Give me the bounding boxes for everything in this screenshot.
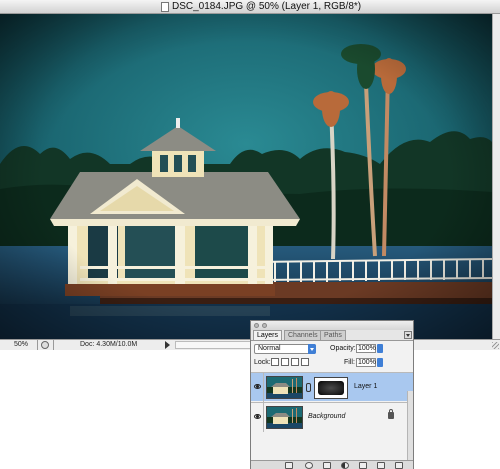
trash-icon[interactable] — [395, 462, 403, 469]
horizontal-scrollbar[interactable] — [175, 341, 251, 349]
layer-mask-thumbnail[interactable] — [314, 377, 348, 399]
layer-thumbnail — [266, 376, 303, 399]
layer-name[interactable]: Background — [308, 413, 345, 420]
fill-label: Fill: — [344, 359, 355, 366]
palette-titlebar[interactable] — [251, 321, 413, 330]
opacity-slider-button[interactable] — [377, 344, 383, 353]
lock-position-icon[interactable] — [291, 358, 299, 366]
tab-channels[interactable]: Channels — [284, 330, 322, 340]
lock-icon — [388, 409, 394, 419]
layer-name[interactable]: Layer 1 — [354, 383, 377, 390]
chevron-down-icon — [308, 344, 316, 354]
lock-transparent-icon[interactable] — [271, 358, 279, 366]
status-menu-arrow-icon[interactable] — [165, 341, 170, 349]
visibility-toggle[interactable] — [251, 373, 264, 402]
status-divider — [53, 340, 54, 350]
layer-row-layer-1[interactable]: Layer 1 — [251, 372, 413, 402]
document-title: DSC_0184.JPG @ 50% (Layer 1, RGB/8*) — [172, 1, 362, 12]
eye-icon — [254, 384, 261, 389]
resize-grip-icon[interactable] — [492, 342, 499, 349]
blend-mode-select[interactable]: Normal — [254, 344, 316, 354]
new-layer-icon[interactable] — [377, 462, 385, 469]
blend-mode-value: Normal — [258, 345, 281, 352]
layers-palette: Layers Channels Paths Normal Opacity: 10… — [250, 320, 414, 469]
zoom-level[interactable]: 50% — [14, 341, 28, 348]
layers-scrollbar[interactable] — [407, 391, 413, 461]
lock-label: Lock: — [254, 359, 271, 366]
visibility-toggle[interactable] — [251, 403, 264, 432]
document-window: DSC_0184.JPG @ 50% (Layer 1, RGB/8*) 50%… — [0, 0, 500, 350]
adjustment-layer-icon[interactable] — [341, 462, 349, 469]
document-size: Doc: 4.30M/10.0M — [80, 341, 138, 348]
status-divider — [37, 340, 38, 350]
version-cue-icon[interactable] — [41, 341, 49, 349]
palette-bottom-bar — [251, 460, 413, 469]
layer-thumbnail-image — [267, 407, 302, 428]
fill-slider-button[interactable] — [377, 358, 383, 367]
layer-style-icon[interactable] — [305, 462, 313, 469]
fill-field[interactable]: 100% — [356, 358, 376, 367]
opacity-field[interactable]: 100% — [356, 344, 376, 353]
tab-layers[interactable]: Layers — [253, 330, 283, 340]
layer-thumbnail — [266, 406, 303, 429]
close-icon[interactable] — [254, 323, 259, 328]
image-canvas[interactable] — [0, 14, 492, 339]
layer-row-background[interactable]: Background — [251, 402, 413, 432]
add-mask-icon[interactable] — [323, 462, 331, 469]
opacity-label: Opacity: — [330, 345, 356, 352]
palette-menu-icon[interactable] — [404, 331, 412, 339]
layer-thumbnail-image — [267, 377, 302, 398]
vertical-scrollbar[interactable] — [492, 14, 500, 339]
minimize-icon[interactable] — [262, 323, 267, 328]
document-titlebar[interactable]: DSC_0184.JPG @ 50% (Layer 1, RGB/8*) — [0, 0, 500, 14]
tab-paths[interactable]: Paths — [320, 330, 346, 340]
document-icon — [161, 2, 169, 12]
link-icon[interactable] — [285, 462, 293, 469]
new-group-icon[interactable] — [359, 462, 367, 469]
lock-image-icon[interactable] — [281, 358, 289, 366]
gazebo-photo — [0, 14, 492, 339]
eye-icon — [254, 414, 261, 419]
chain-link-icon[interactable] — [306, 383, 311, 392]
palette-body: Normal Opacity: 100% Lock: Fill: 100% La… — [251, 340, 413, 461]
lock-all-icon[interactable] — [301, 358, 309, 366]
